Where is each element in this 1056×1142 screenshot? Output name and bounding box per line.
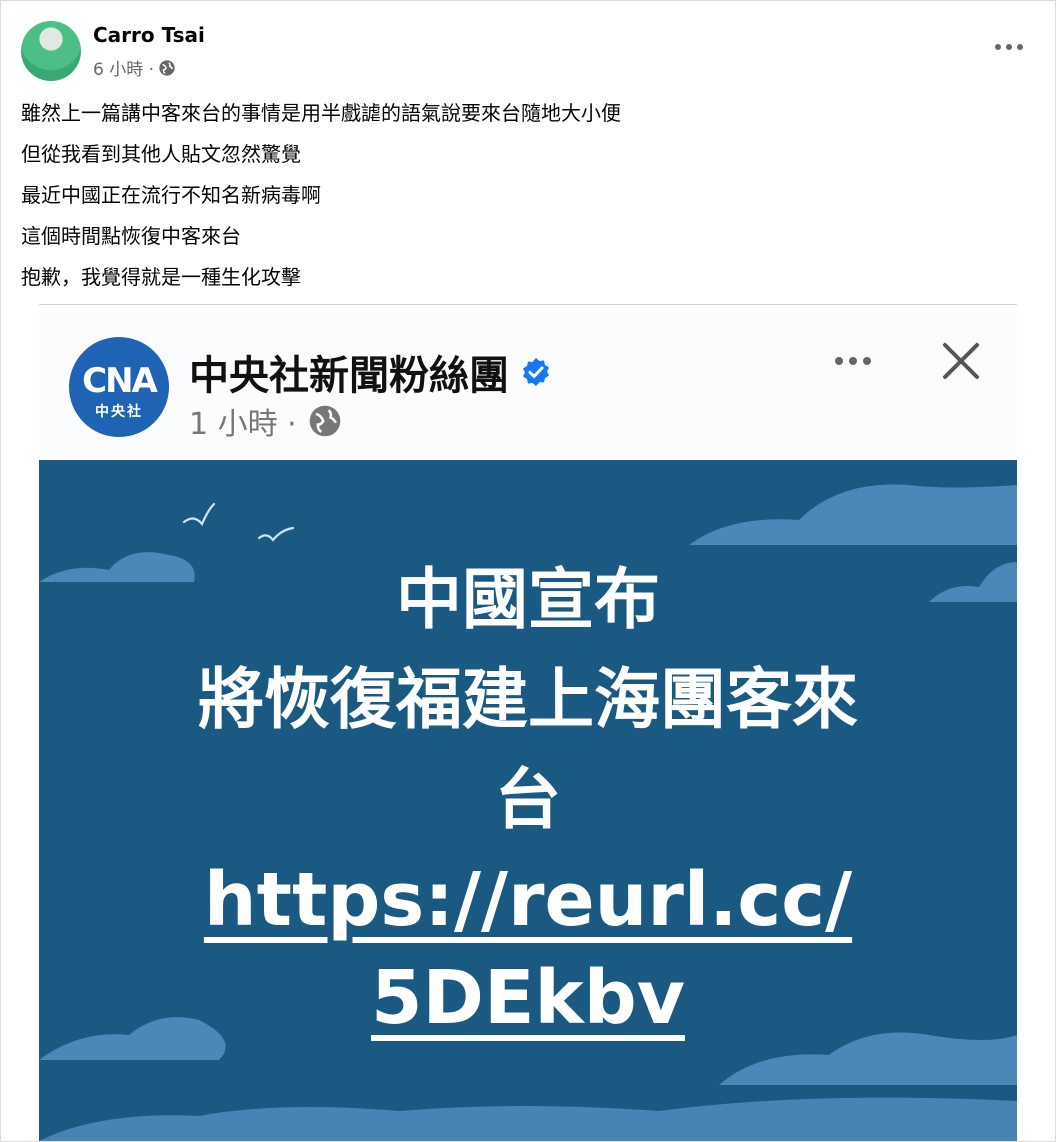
globe-icon <box>159 59 175 76</box>
author-name[interactable]: Carro Tsai <box>93 23 205 47</box>
post-time[interactable]: 6 小時 · <box>93 55 154 80</box>
dot-icon <box>835 357 843 365</box>
post-card: Carro Tsai 6 小時 · 雖然上一篇講中客來台的事情是用半戲謔的語氣說… <box>0 0 1056 1142</box>
verified-badge-icon <box>523 358 549 386</box>
dot-icon <box>1017 44 1023 50</box>
dot-icon <box>863 357 871 365</box>
shared-post-screenshot[interactable]: CNA 中央社 中央社新聞粉絲團 1 小時 · 中國宣布 將恢復福建上海團客來 … <box>39 307 1017 1141</box>
post-text-line: 但從我看到其他人貼文忽然驚覺 <box>21 142 301 166</box>
post-text-line: 最近中國正在流行不知名新病毒啊 <box>21 183 321 207</box>
shared-page-name: 中央社新聞粉絲團 <box>189 343 551 401</box>
card-url-line: https://reurl.cc/ <box>203 857 853 943</box>
shared-more-options-icon <box>835 355 871 367</box>
dot-icon <box>995 44 1001 50</box>
post-text-line: 抱歉，我覺得就是一種生化攻擊 <box>21 265 301 289</box>
globe-icon <box>309 405 341 437</box>
card-url-line: 5DEkbv <box>371 955 685 1041</box>
shared-post-meta: 1 小時 · <box>189 399 343 443</box>
dot-icon <box>1006 44 1012 50</box>
post-more-options-button[interactable] <box>995 37 1023 57</box>
headline-line: 台 <box>495 761 561 838</box>
cna-logo: CNA 中央社 <box>69 337 169 437</box>
headline-line: 中國宣布 <box>396 561 660 638</box>
author-avatar[interactable] <box>21 21 81 81</box>
card-headline: 中國宣布 將恢復福建上海團客來 台 <box>39 550 1017 850</box>
dot-icon <box>849 357 857 365</box>
post-text-line: 這個時間點恢復中客來台 <box>21 224 241 248</box>
news-image-card: 中國宣布 將恢復福建上海團客來 台 https://reurl.cc/ 5DEk… <box>39 460 1017 1141</box>
post-text-line: 雖然上一篇講中客來台的事情是用半戲謔的語氣說要來台隨地大小便 <box>21 101 621 125</box>
post-meta: 6 小時 · <box>93 55 176 80</box>
close-icon <box>943 343 979 379</box>
post-body: 雖然上一篇講中客來台的事情是用半戲謔的語氣說要來台隨地大小便 但從我看到其他人貼… <box>21 93 1001 298</box>
headline-line: 將恢復福建上海團客來 <box>198 661 858 738</box>
divider <box>39 304 1017 305</box>
